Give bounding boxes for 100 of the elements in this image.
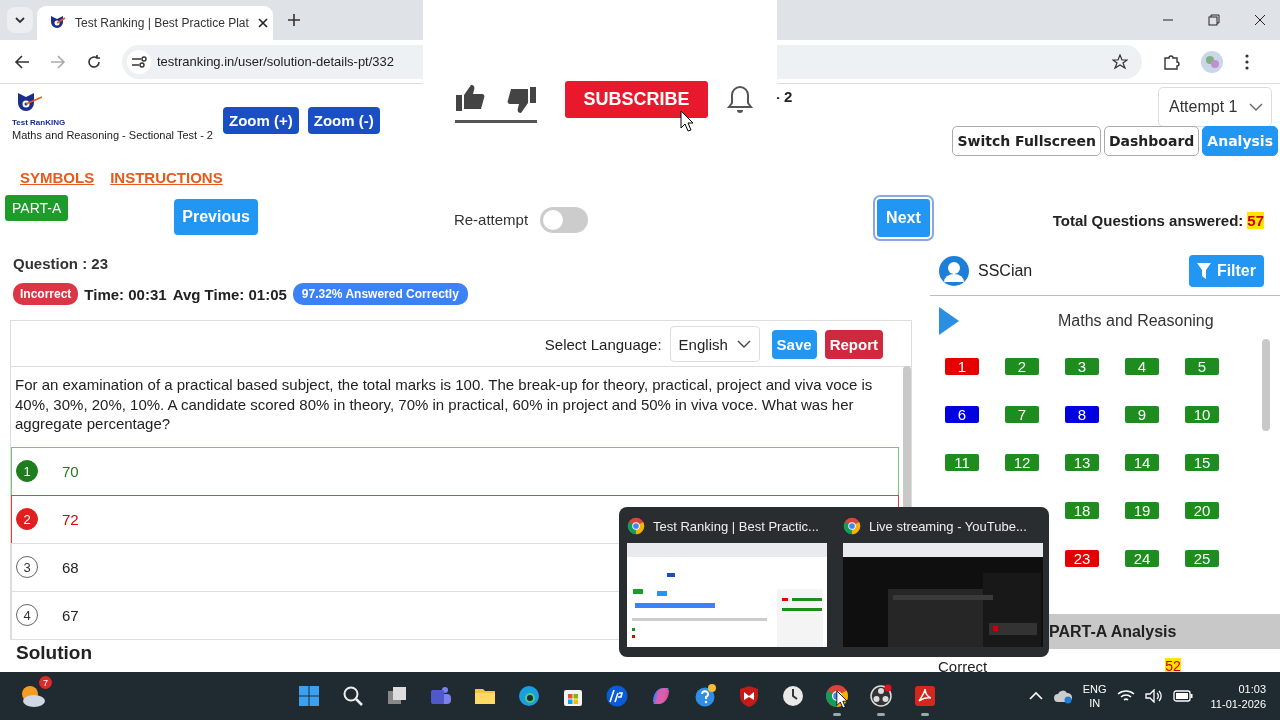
puzzle-icon[interactable] [1162, 52, 1180, 71]
report-button[interactable]: Report [824, 329, 883, 359]
clock-time[interactable]: 01:03 [1238, 682, 1266, 695]
user-name: SSCian [978, 262, 1033, 280]
question-number-tile[interactable]: 13 [1065, 454, 1099, 471]
browser-tab[interactable]: Test Ranking | Best Practice Plat [37, 6, 273, 40]
back-arrow-icon[interactable] [14, 53, 30, 70]
menu-icon[interactable] [1244, 52, 1250, 71]
profile-avatar-icon[interactable] [1200, 49, 1224, 74]
question-number-tile[interactable]: 10 [1185, 406, 1219, 423]
answer-option[interactable]: 1 70 [11, 446, 899, 496]
accuracy-badge: 97.32% Answered Correctly [292, 283, 468, 305]
search-icon[interactable] [341, 684, 365, 708]
input-language[interactable]: ENG [1082, 683, 1107, 695]
circles-icon[interactable] [869, 684, 893, 708]
question-number-tile[interactable]: 14 [1125, 454, 1159, 471]
thumbs-down-icon[interactable] [507, 86, 537, 114]
caret-icon[interactable] [736, 339, 751, 349]
speaker-icon[interactable] [1144, 689, 1163, 703]
previous-button[interactable]: Previous [174, 199, 258, 235]
question-number-tile[interactable]: 12 [1005, 454, 1039, 471]
question-number-tile[interactable]: 19 [1125, 502, 1159, 519]
help-icon[interactable] [693, 684, 717, 708]
question-number-tile[interactable]: 3 [1065, 358, 1099, 375]
logo-text: Test RanKING [12, 118, 67, 127]
reattempt-toggle[interactable] [540, 207, 589, 233]
close-icon[interactable] [256, 17, 269, 29]
play-triangle-icon[interactable] [938, 306, 960, 336]
scrollbar[interactable] [1262, 339, 1270, 431]
thumbs-up-icon[interactable] [455, 84, 485, 112]
chrome-icon[interactable] [843, 517, 861, 535]
question-number-tile[interactable]: 23 [1065, 550, 1099, 567]
time-taken: Time: 00:31 [84, 285, 167, 303]
running-indicator [877, 713, 885, 716]
question-number-tile[interactable]: 11 [945, 454, 979, 471]
filter-icon[interactable] [1196, 263, 1211, 279]
reattempt-label: Re-attempt [453, 211, 529, 228]
reload-icon[interactable] [86, 53, 102, 70]
language-label: Select Language: [544, 335, 662, 353]
chevron-down-icon[interactable] [14, 14, 26, 26]
shield-icon[interactable] [737, 684, 761, 708]
user-avatar-icon [938, 255, 970, 287]
zoom-button[interactable]: Zoom (+) [223, 107, 299, 134]
average-time: Avg Time: 01:05 [172, 285, 287, 303]
pdf-icon[interactable] [913, 684, 937, 708]
wifi-icon[interactable] [1116, 689, 1135, 703]
battery-icon[interactable] [1172, 690, 1193, 702]
chrome-icon[interactable] [627, 517, 645, 535]
question-number-tile[interactable]: 18 [1065, 502, 1099, 519]
solution-heading: Solution [15, 640, 93, 664]
restore-icon[interactable] [1208, 14, 1220, 26]
question-number-tile[interactable]: 20 [1185, 502, 1219, 519]
total-answered-count: 57 [1247, 212, 1264, 229]
input-language[interactable]: IN [1089, 697, 1101, 709]
zoom-button[interactable]: Zoom (-) [307, 107, 380, 134]
bell-icon[interactable] [727, 85, 753, 114]
browser-icon[interactable] [517, 684, 541, 708]
question-number-tile[interactable]: 24 [1125, 550, 1159, 567]
header-button[interactable]: Dashboard [1103, 126, 1200, 156]
question-number-tile[interactable]: 25 [1185, 550, 1219, 567]
start-icon[interactable] [297, 684, 321, 708]
next-button[interactable]: Next [875, 197, 932, 239]
question-text: For an examination of a practical based subject, the total marks is 100. The break-up for theory, practical, project and viva voce is 40%, 30%, 20%, 10%. A candidate scored 80% in theory, 70% in practical, 60% in project and 50% in viva voce. What was her aggregate percentage? [14, 375, 874, 434]
question-number-tile[interactable]: 5 [1185, 358, 1219, 375]
test-subtitle: Maths and Reasoning - Sectional Test - 2 [12, 129, 214, 141]
plus-icon[interactable] [287, 13, 301, 27]
total-answered-label: Total Questions answered: [1052, 212, 1244, 229]
notification-badge: 7 [39, 676, 52, 689]
clock-date[interactable]: 11-01-2026 [1210, 697, 1266, 710]
question-number-tile[interactable]: 8 [1065, 406, 1099, 423]
question-number-tile[interactable]: 15 [1185, 454, 1219, 471]
cloud-icon[interactable] [1052, 688, 1073, 704]
save-button[interactable]: Save [771, 329, 817, 359]
header-button[interactable]: Analysis [1202, 126, 1278, 156]
address-text[interactable]: testranking.in/user/solution-details-pt/332 [157, 54, 395, 69]
subscribe-button[interactable]: SUBSCRIBE [565, 81, 708, 118]
window-title[interactable]: Test Ranking | Best Practic... [653, 518, 819, 534]
header-link[interactable]: INSTRUCTIONS [110, 168, 223, 186]
close-icon[interactable] [1254, 14, 1266, 26]
filter-button[interactable]: Filter [1188, 255, 1264, 287]
analysis-value: 52 [1165, 658, 1181, 672]
star-icon[interactable] [1112, 53, 1128, 70]
header-button[interactable]: Switch Fullscreen [952, 126, 1101, 156]
question-number-tile[interactable]: 9 [1125, 406, 1159, 423]
running-indicator [833, 713, 841, 716]
question-number-tile[interactable]: 7 [1005, 406, 1039, 423]
question-number-tile[interactable]: 6 [945, 406, 979, 423]
header-link[interactable]: SYMBOLS [20, 168, 95, 186]
question-number-tile[interactable]: 2 [1005, 358, 1039, 375]
clock-icon[interactable] [781, 684, 805, 708]
question-number-tile[interactable]: 1 [945, 358, 979, 375]
section-label: PART-A [5, 195, 69, 221]
tab-list-button[interactable] [7, 7, 33, 33]
caret-icon[interactable] [1249, 102, 1263, 112]
cursor-icon [680, 110, 694, 132]
question-number-tile[interactable]: 4 [1125, 358, 1159, 375]
language-dropdown[interactable]: English [669, 326, 760, 362]
chevron-up-icon[interactable] [1028, 691, 1043, 701]
circle-logo-icon[interactable] [605, 684, 629, 708]
sliders-icon[interactable] [127, 49, 151, 74]
